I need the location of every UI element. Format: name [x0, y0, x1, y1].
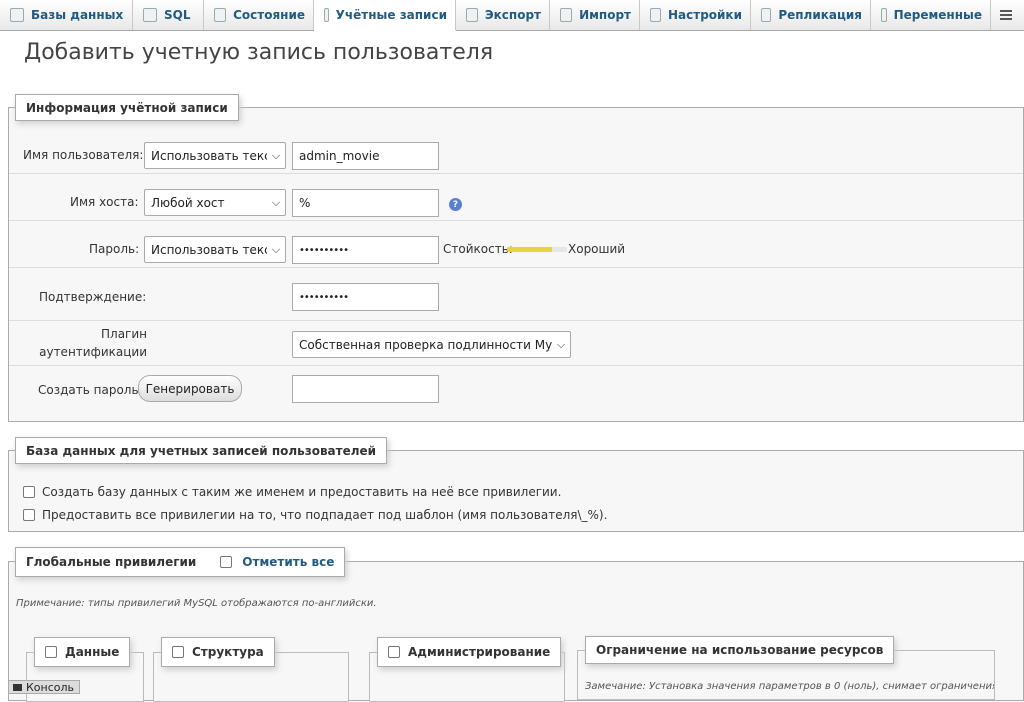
hamburger-icon	[1000, 10, 1012, 20]
variables-icon	[881, 8, 887, 22]
password-strength-meter	[507, 247, 567, 252]
confirm-row: Подтверждение: ••••••••••	[9, 268, 1023, 321]
auth-plugin-label: Плагин аутентификации	[39, 327, 147, 359]
username-label: Имя пользователя:	[23, 148, 144, 162]
status-chart-icon	[214, 8, 227, 22]
tab-status[interactable]: Состояние	[204, 0, 314, 30]
global-privileges-title: Глобальные привилегии	[26, 555, 197, 569]
more-menu-button[interactable]	[991, 0, 1024, 30]
import-icon	[560, 8, 573, 22]
tab-label: Учётные записи	[335, 8, 447, 22]
tab-label: Состояние	[233, 8, 305, 22]
password-input[interactable]: ••••••••••	[292, 236, 439, 264]
password-mode-select[interactable]: Использовать текстовое поле⌵	[144, 236, 286, 263]
tab-user-accounts[interactable]: Учётные записи	[314, 0, 456, 31]
tab-settings[interactable]: Настройки	[640, 0, 751, 30]
data-group-label: Данные	[65, 645, 120, 659]
tab-label: Переменные	[893, 8, 982, 22]
database-icon	[10, 8, 24, 22]
username-row: Имя пользователя: Использовать текстовое…	[9, 127, 1023, 174]
create-db-option: Создать базу данных с таким же именем и …	[42, 485, 562, 499]
password-row: Пароль: Использовать текстовое поле⌵ •••…	[9, 221, 1023, 268]
host-row: Имя хоста: Любой хост ⌵ % ?	[9, 174, 1023, 221]
tab-databases[interactable]: Базы данных	[0, 0, 133, 30]
confirm-label: Подтверждение:	[39, 290, 147, 304]
tab-sql[interactable]: SQL	[133, 0, 204, 30]
grant-wildcard-checkbox[interactable]	[23, 509, 35, 521]
export-icon	[466, 8, 478, 22]
admin-group-label: Администрирование	[408, 645, 551, 659]
password-label: Пароль:	[89, 242, 140, 256]
tab-label: Репликация	[778, 8, 862, 22]
username-input[interactable]: admin_movie	[292, 142, 439, 170]
structure-group-label: Структура	[192, 645, 264, 659]
confirm-password-input[interactable]: ••••••••••	[292, 283, 439, 311]
top-navigation: Базы данных SQL Состояние Учётные записи…	[0, 0, 1024, 31]
auth-plugin-select[interactable]: Собственная проверка подлинности MySQL ⌵	[292, 331, 571, 358]
username-mode-select[interactable]: Использовать текстовое поле⌵	[144, 142, 286, 169]
generated-password-input[interactable]	[292, 375, 439, 403]
page-title: Добавить учетную запись пользователя	[24, 40, 494, 65]
tab-variables[interactable]: Переменные	[871, 0, 991, 30]
database-legend: База данных для учетных записей пользова…	[15, 437, 388, 464]
tab-label: Импорт	[579, 8, 631, 22]
console-icon	[13, 683, 22, 691]
tab-label: Экспорт	[484, 8, 541, 22]
host-label: Имя хоста:	[70, 195, 139, 209]
tab-export[interactable]: Экспорт	[456, 0, 550, 30]
chevron-down-icon: ⌵	[271, 148, 281, 162]
auth-plugin-row: Плагин аутентификации Собственная провер…	[9, 321, 1023, 366]
help-icon[interactable]: ?	[449, 198, 462, 211]
replication-icon	[761, 8, 772, 22]
grant-wildcard-option: Предоставить все привилегии на то, что п…	[42, 508, 608, 522]
data-privileges-legend: Данные	[34, 637, 131, 667]
chevron-down-icon: ⌵	[271, 195, 281, 209]
host-input[interactable]: %	[292, 189, 439, 217]
chevron-down-icon: ⌵	[271, 242, 281, 256]
admin-group-checkbox[interactable]	[388, 646, 400, 658]
strength-value: Хороший	[568, 242, 626, 256]
chevron-down-icon: ⌵	[556, 337, 566, 351]
host-mode-select[interactable]: Любой хост ⌵	[144, 189, 286, 216]
global-privileges-legend: Глобальные привилегии Отметить все	[15, 547, 346, 577]
check-all-link[interactable]: Отметить все	[242, 555, 334, 569]
data-group-checkbox[interactable]	[45, 646, 57, 658]
resource-note: Замечание: Установка значения параметров…	[585, 681, 995, 692]
console-toggle[interactable]: Консоль	[8, 680, 80, 694]
structure-privileges-legend: Структура	[161, 637, 275, 667]
tab-label: Базы данных	[31, 8, 124, 22]
generate-password-button[interactable]: Генерировать	[138, 375, 242, 402]
sql-icon	[143, 8, 157, 22]
create-db-checkbox[interactable]	[23, 486, 35, 498]
users-icon	[324, 8, 329, 22]
resource-limits-legend: Ограничение на использование ресурсов	[585, 636, 895, 664]
privileges-note: Примечание: типы привилегий MySQL отобра…	[16, 598, 377, 609]
check-all-checkbox[interactable]	[220, 556, 233, 568]
generate-password-row: Создать пароль: Генерировать	[9, 366, 1023, 412]
structure-group-checkbox[interactable]	[172, 646, 184, 658]
tab-label: Настройки	[667, 8, 742, 22]
generate-label: Создать пароль:	[38, 383, 143, 397]
wrench-icon	[650, 8, 661, 22]
tab-replication[interactable]: Репликация	[751, 0, 871, 30]
console-label: Консоль	[26, 680, 75, 694]
strength-label: Стойкость:	[443, 242, 513, 256]
account-info-legend: Информация учётной записи	[15, 94, 239, 121]
account-info-fieldset: Имя пользователя: Использовать текстовое…	[8, 107, 1024, 422]
tab-label: SQL	[164, 8, 191, 22]
tab-import[interactable]: Импорт	[550, 0, 640, 30]
admin-privileges-legend: Администрирование	[377, 637, 562, 667]
